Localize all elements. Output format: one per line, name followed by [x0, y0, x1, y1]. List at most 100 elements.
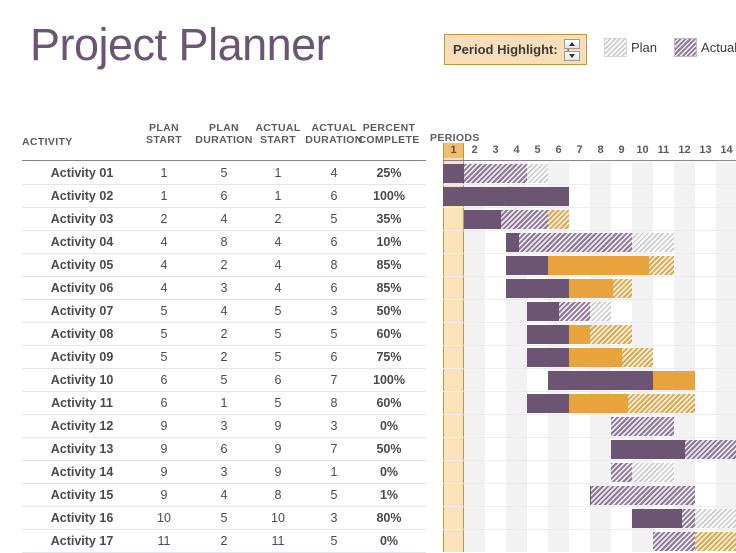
gantt-row[interactable] [443, 392, 736, 415]
column-header-percent-complete: PERCENT COMPLETE [358, 122, 420, 146]
period-highlight-control[interactable]: Period Highlight: 1 [444, 34, 587, 65]
percent-complete-value: 60% [358, 392, 420, 415]
plan-remaining-segment [632, 463, 674, 482]
gantt-row[interactable] [443, 300, 736, 323]
activity-table: Activity 01151425%Activity 021616100%Act… [0, 162, 432, 553]
actual-start-value: 1 [252, 185, 304, 208]
actual-hatch-swatch-icon [674, 38, 697, 57]
period-header-3[interactable]: 3 [485, 142, 506, 158]
percent-complete-value: 50% [358, 300, 420, 323]
actual-complete-segment [548, 371, 653, 390]
table-row[interactable]: Activity 1493910% [0, 461, 432, 484]
activity-name: Activity 17 [22, 530, 142, 553]
table-row[interactable]: Activity 021616100% [0, 185, 432, 208]
spinner-down-arrow-icon[interactable] [564, 51, 580, 61]
actual-duration-value: 5 [303, 208, 365, 231]
actual-duration-value: 6 [303, 346, 365, 369]
percent-complete-value: 50% [358, 438, 420, 461]
table-row[interactable]: Activity 1594851% [0, 484, 432, 507]
activity-name: Activity 03 [22, 208, 142, 231]
period-header-9[interactable]: 9 [611, 142, 632, 158]
actual-duration-value: 4 [303, 162, 365, 185]
period-header-10[interactable]: 10 [632, 142, 653, 158]
plan-start-value: 9 [138, 484, 190, 507]
plan-hatch-swatch-icon [604, 38, 627, 57]
spinner-up-arrow-icon[interactable] [564, 39, 580, 49]
period-header-1[interactable]: 1 [443, 142, 464, 158]
table-row[interactable]: Activity 01151425% [0, 162, 432, 185]
actual-start-value: 4 [252, 277, 304, 300]
period-header-14[interactable]: 14 [716, 142, 736, 158]
actual-start-value: 9 [252, 415, 304, 438]
gantt-row[interactable] [443, 346, 736, 369]
table-row[interactable]: Activity 106567100% [0, 369, 432, 392]
period-header-11[interactable]: 11 [653, 142, 674, 158]
activity-name: Activity 04 [22, 231, 142, 254]
activity-name: Activity 02 [22, 185, 142, 208]
percent-complete-value: 0% [358, 415, 420, 438]
actual-remaining-segment [559, 302, 591, 321]
percent-complete-value: 35% [358, 208, 420, 231]
period-header-6[interactable]: 6 [548, 142, 569, 158]
period-header-8[interactable]: 8 [590, 142, 611, 158]
overrun-remaining-segment [695, 532, 736, 551]
column-header-actual-duration-line2: DURATION [303, 134, 365, 146]
gantt-row[interactable] [443, 277, 736, 300]
gantt-row[interactable] [443, 369, 736, 392]
table-row[interactable]: Activity 07545350% [0, 300, 432, 323]
period-header-12[interactable]: 12 [674, 142, 695, 158]
activity-name: Activity 10 [22, 369, 142, 392]
gantt-row[interactable] [443, 254, 736, 277]
gantt-row[interactable] [443, 323, 736, 346]
plan-remaining-segment [632, 233, 674, 252]
gantt-row[interactable] [443, 530, 736, 552]
table-row[interactable]: Activity 08525560% [0, 323, 432, 346]
plan-remaining-segment [590, 302, 611, 321]
plan-duration-value: 1 [193, 392, 255, 415]
period-header-4[interactable]: 4 [506, 142, 527, 158]
actual-start-value: 11 [252, 530, 304, 553]
period-highlight-stepper[interactable] [564, 39, 580, 61]
table-row[interactable]: Activity 171121150% [0, 530, 432, 553]
period-header-13[interactable]: 13 [695, 142, 716, 158]
table-row[interactable]: Activity 03242535% [0, 208, 432, 231]
period-header-7[interactable]: 7 [569, 142, 590, 158]
overrun-complete-segment [569, 279, 613, 298]
gantt-row[interactable] [443, 162, 736, 185]
percent-complete-value: 80% [358, 507, 420, 530]
table-row[interactable]: Activity 05424885% [0, 254, 432, 277]
table-row[interactable]: Activity 11615860% [0, 392, 432, 415]
table-row[interactable]: Activity 06434685% [0, 277, 432, 300]
table-row[interactable]: Activity 09525675% [0, 346, 432, 369]
actual-remaining-segment [519, 233, 632, 252]
table-row[interactable]: Activity 13969750% [0, 438, 432, 461]
column-header-percent-complete-line2: COMPLETE [358, 134, 420, 146]
plan-duration-value: 2 [193, 323, 255, 346]
legend-item-actual: Actual [674, 38, 736, 57]
actual-start-value: 5 [252, 300, 304, 323]
activity-name: Activity 11 [22, 392, 142, 415]
period-header-2[interactable]: 2 [464, 142, 485, 158]
gantt-row[interactable] [443, 415, 736, 438]
actual-complete-segment [632, 509, 682, 528]
table-row[interactable]: Activity 1293930% [0, 415, 432, 438]
column-header-plan-start-line2: START [138, 134, 190, 146]
actual-complete-segment [464, 210, 501, 229]
actual-complete-segment [527, 394, 569, 413]
table-row[interactable]: Activity 04484610% [0, 231, 432, 254]
overrun-complete-segment [569, 394, 628, 413]
gantt-row[interactable] [443, 507, 736, 530]
gantt-row[interactable] [443, 461, 736, 484]
gantt-row[interactable] [443, 438, 736, 461]
percent-complete-value: 10% [358, 231, 420, 254]
actual-complete-segment [506, 233, 519, 252]
actual-duration-value: 1 [303, 461, 365, 484]
gantt-row[interactable] [443, 185, 736, 208]
gantt-row[interactable] [443, 231, 736, 254]
gantt-row[interactable] [443, 484, 736, 507]
column-header-percent-complete-line1: PERCENT [358, 122, 420, 134]
table-row[interactable]: Activity 1610510380% [0, 507, 432, 530]
plan-duration-value: 4 [193, 300, 255, 323]
period-header-5[interactable]: 5 [527, 142, 548, 158]
gantt-row[interactable] [443, 208, 736, 231]
